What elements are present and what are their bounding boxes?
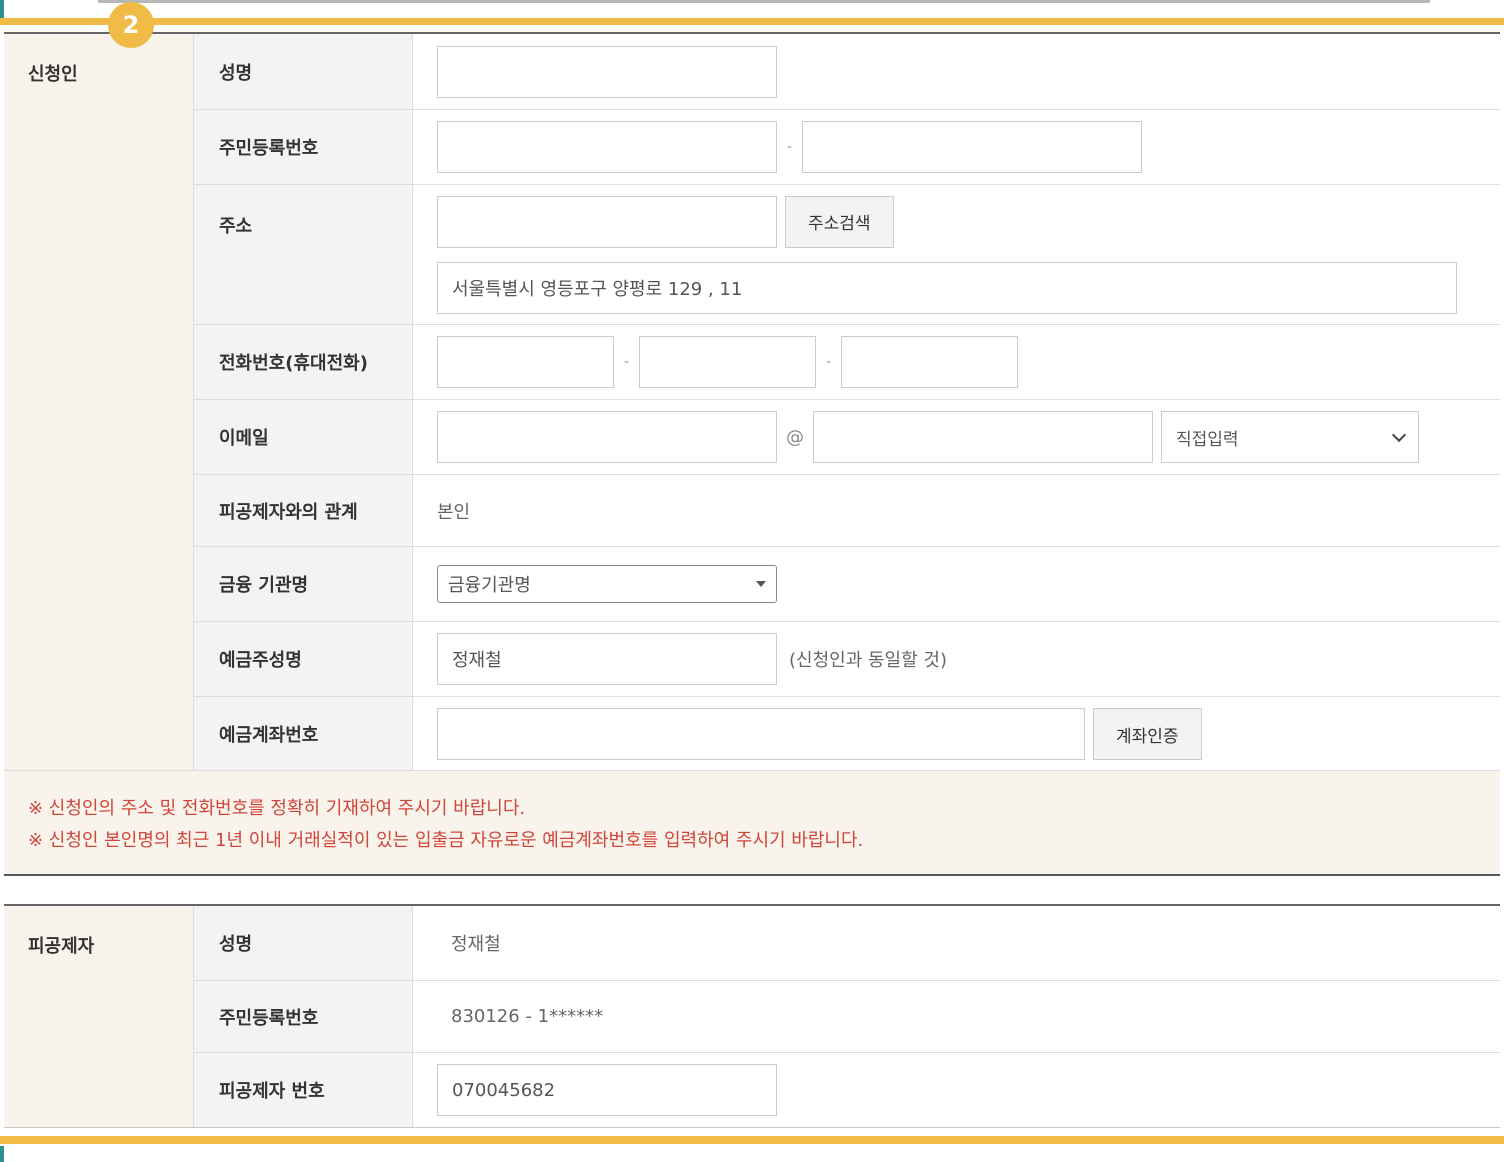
insured-number-label: 피공제자 번호 [194, 1053, 413, 1127]
email-local-input[interactable] [437, 411, 777, 463]
applicant-account-row: 예금계좌번호 계좌인증 [194, 697, 1500, 771]
bank-select[interactable]: 금융기관명 [437, 565, 777, 603]
applicant-name-label: 성명 [194, 34, 413, 109]
insured-number-row: 피공제자 번호 070045682 [194, 1053, 1500, 1127]
insured-rrn-row: 주민등록번호 830126 - 1****** [194, 981, 1500, 1053]
chevron-down-icon [1391, 427, 1407, 442]
address-search-button[interactable]: 주소검색 [785, 195, 894, 248]
insured-rrn-label: 주민등록번호 [194, 981, 413, 1052]
bottom-accent-line [0, 1136, 1504, 1144]
email-domain-input[interactable] [813, 411, 1153, 463]
applicant-holder-label: 예금주성명 [194, 622, 413, 696]
applicant-bank-label: 금융 기관명 [194, 547, 413, 621]
applicant-rrn-row: 주민등록번호 - [194, 110, 1500, 185]
notice-line-1: ※ 신청인의 주소 및 전화번호를 정확히 기재하여 주시기 바랍니다. [28, 798, 526, 819]
phone-part3-input[interactable] [841, 336, 1018, 388]
applicant-address-row: 주소 주소검색 서울특별시 영등포구 양평로 129 , 11 [194, 185, 1500, 325]
address-detail-input[interactable]: 서울특별시 영등포구 양평로 129 , 11 [437, 261, 1457, 314]
insured-name-value: 정재철 [451, 934, 501, 955]
insured-rows: 성명 정재철 주민등록번호 830126 - 1****** 피공제자 번호 0… [194, 906, 1500, 1127]
insured-name-label: 성명 [194, 906, 413, 980]
email-domain-select[interactable]: 직접입력 [1161, 411, 1419, 463]
holder-hint: (신청인과 동일할 것) [789, 650, 947, 671]
applicant-group-label: 신청인 [4, 34, 194, 771]
insured-number-input[interactable]: 070045682 [437, 1064, 777, 1116]
applicant-rows: 성명 주민등록번호 - 주소 주소검색 서울특별시 영등포구 양평로 129 ,… [194, 34, 1500, 771]
insured-group-label: 피공제자 [4, 906, 194, 1127]
applicant-section: 신청인 성명 주민등록번호 - 주소 주소검색 서울특별시 영등포구 양평로 1… [4, 32, 1500, 771]
teal-edge-mark-bottom [0, 1146, 4, 1162]
rrn-first-input[interactable] [437, 121, 777, 173]
applicant-name-row: 성명 [194, 34, 1500, 110]
notice-box: ※ 신청인의 주소 및 전화번호를 정확히 기재하여 주시기 바랍니다. ※ 신… [4, 770, 1500, 876]
applicant-account-label: 예금계좌번호 [194, 697, 413, 771]
applicant-phone-row: 전화번호(휴대전화) - - [194, 325, 1500, 400]
zip-code-input[interactable] [437, 195, 777, 248]
applicant-email-row: 이메일 @ 직접입력 [194, 400, 1500, 475]
phone-separator-1: - [623, 354, 630, 370]
insured-section: 피공제자 성명 정재철 주민등록번호 830126 - 1****** 피공제자… [4, 904, 1500, 1128]
rrn-separator: - [786, 139, 793, 155]
phone-separator-2: - [825, 354, 832, 370]
rrn-second-input[interactable] [802, 121, 1142, 173]
teal-edge-mark [0, 0, 4, 18]
account-verify-button[interactable]: 계좌인증 [1093, 708, 1202, 760]
applicant-rrn-label: 주민등록번호 [194, 110, 413, 184]
insured-name-row: 성명 정재철 [194, 906, 1500, 981]
phone-part1-input[interactable] [437, 336, 614, 388]
account-number-input[interactable] [437, 708, 1085, 760]
top-divider [98, 0, 1430, 3]
email-domain-select-value: 직접입력 [1176, 429, 1239, 450]
bank-select-value: 금융기관명 [448, 575, 531, 596]
insured-rrn-value: 830126 - 1****** [451, 1006, 604, 1027]
applicant-holder-row: 예금주성명 정재철 (신청인과 동일할 것) [194, 622, 1500, 697]
email-at-sign: @ [786, 426, 804, 448]
step-number-badge: 2 [108, 2, 154, 48]
account-holder-input[interactable]: 정재철 [437, 633, 777, 685]
notice-line-2: ※ 신청인 본인명의 최근 1년 이내 거래실적이 있는 입출금 자유로운 예금… [28, 830, 864, 851]
dropdown-arrow-icon [756, 581, 766, 587]
relation-value: 본인 [437, 501, 471, 523]
phone-part2-input[interactable] [639, 336, 816, 388]
applicant-relation-label: 피공제자와의 관계 [194, 475, 413, 546]
applicant-relation-row: 피공제자와의 관계 본인 [194, 475, 1500, 547]
applicant-address-label: 주소 [194, 185, 413, 324]
applicant-email-label: 이메일 [194, 400, 413, 474]
applicant-bank-row: 금융 기관명 금융기관명 [194, 547, 1500, 622]
top-accent-line [0, 18, 1504, 25]
applicant-name-input[interactable] [437, 45, 777, 98]
applicant-phone-label: 전화번호(휴대전화) [194, 325, 413, 399]
